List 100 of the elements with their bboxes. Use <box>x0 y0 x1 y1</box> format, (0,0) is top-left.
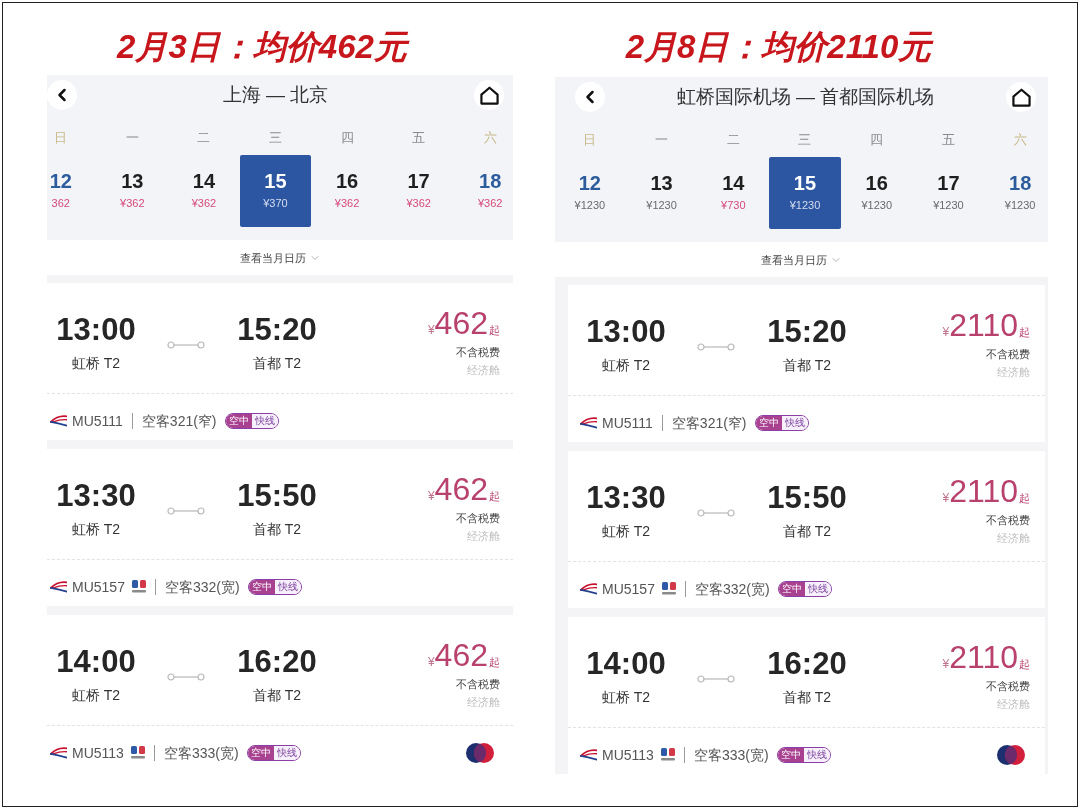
fare-price: ¥2110起 <box>942 474 1030 508</box>
airport-label: 虹桥 T2 <box>71 520 121 538</box>
date-tab[interactable]: 18 ¥362 <box>454 155 513 227</box>
weekday-label: 六 <box>1013 132 1027 148</box>
tag-label: 快线 <box>781 415 808 430</box>
weekday-label: 二 <box>726 132 740 148</box>
flight-card[interactable]: 13:30 虹桥 T2 15:50 首都 T2 ¥462起 不含税费 经济舱 MU5157 空客332(宽) 空中 快线 <box>47 449 513 606</box>
weekday-label: 一 <box>655 132 669 148</box>
flight-number: MU5113 <box>602 745 654 764</box>
departure-time: 13:00 <box>56 312 136 348</box>
weekday-label: 四 <box>870 132 884 148</box>
date-tab[interactable]: 13 ¥362 <box>96 155 169 227</box>
departure-time: 13:00 <box>586 314 666 350</box>
flight-card[interactable]: 13:30 虹桥 T2 15:50 首都 T2 ¥2110起 不含税费 经济舱 MU5157 空客332(宽) 空中 快线 <box>568 451 1045 608</box>
page-heading: 2月8日：均价2110元 <box>625 27 932 67</box>
swoosh-logo-icon <box>580 748 597 761</box>
swoosh-logo-icon <box>580 582 597 595</box>
aircraft-type: 空客333(宽) <box>693 745 769 764</box>
fare-price: ¥462起 <box>427 306 500 340</box>
route-line-icon <box>697 343 735 351</box>
airport-label: 虹桥 T2 <box>601 688 651 706</box>
weekday-label: 一 <box>125 130 139 146</box>
date-tab[interactable]: 14 ¥362 <box>168 155 240 227</box>
tax-note: 不含税费 <box>456 511 500 525</box>
date-tab[interactable]: 15 ¥370 <box>239 155 312 227</box>
flight-number: MU5111 <box>72 411 123 430</box>
arrival-time: 15:20 <box>237 312 317 348</box>
airport-label: 虹桥 T2 <box>601 522 651 540</box>
flight-number: MU5157 <box>72 577 125 596</box>
tax-note: 不含税费 <box>986 513 1030 527</box>
fare-price: ¥462起 <box>427 638 500 672</box>
flight-card[interactable]: 13:00 虹桥 T2 15:20 首都 T2 ¥462起 不含税费 经济舱 MU5111 空客321(窄) 空中 快线 <box>47 283 513 440</box>
aircraft-type: 空客332(宽) <box>694 579 770 598</box>
weekday-label: 六 <box>483 130 497 146</box>
route-title: 虹桥国际机场 — 首都国际机场 <box>676 85 935 109</box>
home-button[interactable] <box>474 80 504 110</box>
weekday-label: 五 <box>412 130 426 146</box>
swoosh-logo-icon <box>580 416 597 429</box>
date-tab[interactable]: 17 ¥362 <box>382 155 455 227</box>
departure-time: 13:30 <box>56 478 136 514</box>
arrival-time: 16:20 <box>237 644 317 680</box>
route-line-icon <box>697 675 735 683</box>
flight-number: MU5113 <box>72 743 124 762</box>
fare-price: ¥2110起 <box>942 308 1030 342</box>
airport-label: 首都 T2 <box>252 354 302 372</box>
aircraft-type: 空客333(宽) <box>163 743 239 762</box>
weekday-label: 三 <box>798 132 812 148</box>
tax-note: 不含税费 <box>456 345 500 359</box>
cabin-class: 经济舱 <box>467 529 500 543</box>
weekday-label: 日 <box>54 130 68 146</box>
tag-label: 快线 <box>804 581 831 596</box>
tag-label: 空中 <box>778 581 805 596</box>
route-line-icon <box>167 507 205 515</box>
home-icon <box>479 85 499 105</box>
airport-label: 虹桥 T2 <box>71 686 121 704</box>
back-button[interactable] <box>575 82 605 112</box>
arrival-time: 15:20 <box>767 314 847 350</box>
date-tab[interactable]: 18 ¥1230 <box>984 157 1048 229</box>
arrival-time: 15:50 <box>237 478 317 514</box>
weekday-label: 三 <box>269 130 282 146</box>
airport-label: 虹桥 T2 <box>71 354 121 372</box>
airport-label: 首都 T2 <box>782 688 832 706</box>
calendar-link[interactable]: 查看当月日历 <box>239 250 321 265</box>
arrival-time: 15:50 <box>767 480 847 516</box>
tag-label: 空中 <box>248 579 275 594</box>
departure-time: 13:30 <box>586 480 666 516</box>
date-tab[interactable]: 14 ¥730 <box>697 157 770 229</box>
flight-card[interactable]: 14:00 虹桥 T2 16:20 首都 T2 ¥462起 不含税费 经济舱 MU5113 空客333(宽) 空中 快线 <box>47 615 513 772</box>
date-tab[interactable]: 13 ¥1230 <box>625 157 698 229</box>
date-tab[interactable]: 17 ¥1230 <box>912 157 985 229</box>
flight-card[interactable]: 14:00 虹桥 T2 16:20 首都 T2 ¥2110起 不含税费 经济舱 MU5113 空客333(宽) 空中 快线 <box>568 617 1045 774</box>
departure-time: 14:00 <box>586 646 666 682</box>
flight-number: MU5111 <box>602 413 653 432</box>
tax-note: 不含税费 <box>986 347 1030 361</box>
fare-price: ¥462起 <box>427 472 500 506</box>
cabin-class: 经济舱 <box>997 697 1030 711</box>
date-tab[interactable]: 15 ¥1230 <box>769 157 841 229</box>
weekday-label: 日 <box>583 132 597 148</box>
swoosh-logo-icon <box>50 414 67 427</box>
home-button[interactable] <box>1006 82 1036 112</box>
flight-card[interactable]: 13:00 虹桥 T2 15:20 首都 T2 ¥2110起 不含税费 经济舱 MU5111 空客321(窄) 空中 快线 <box>568 285 1045 442</box>
airport-label: 首都 T2 <box>782 522 832 540</box>
back-button[interactable] <box>47 80 77 110</box>
tag-label: 快线 <box>251 413 278 428</box>
calendar-link[interactable]: 查看当月日历 <box>761 252 842 267</box>
cabin-class: 经济舱 <box>997 531 1030 545</box>
tag-label: 空中 <box>225 413 252 428</box>
tag-label: 快线 <box>273 745 300 760</box>
departure-time: 14:00 <box>56 644 136 680</box>
route-title: 上海 — 北京 <box>222 83 329 107</box>
swoosh-logo-icon <box>50 580 67 593</box>
date-tab[interactable]: 16 ¥362 <box>311 155 383 227</box>
aircraft-type: 空客321(窄) <box>141 411 217 430</box>
date-tab[interactable]: 12 362 <box>47 155 97 227</box>
aircraft-type: 空客332(宽) <box>164 577 240 596</box>
weekday-label: 四 <box>340 130 354 146</box>
weekday-label: 五 <box>941 132 955 148</box>
date-tab[interactable]: 16 ¥1230 <box>840 157 913 229</box>
date-tab[interactable]: 12 ¥1230 <box>555 157 626 229</box>
tag-label: 空中 <box>755 415 782 430</box>
